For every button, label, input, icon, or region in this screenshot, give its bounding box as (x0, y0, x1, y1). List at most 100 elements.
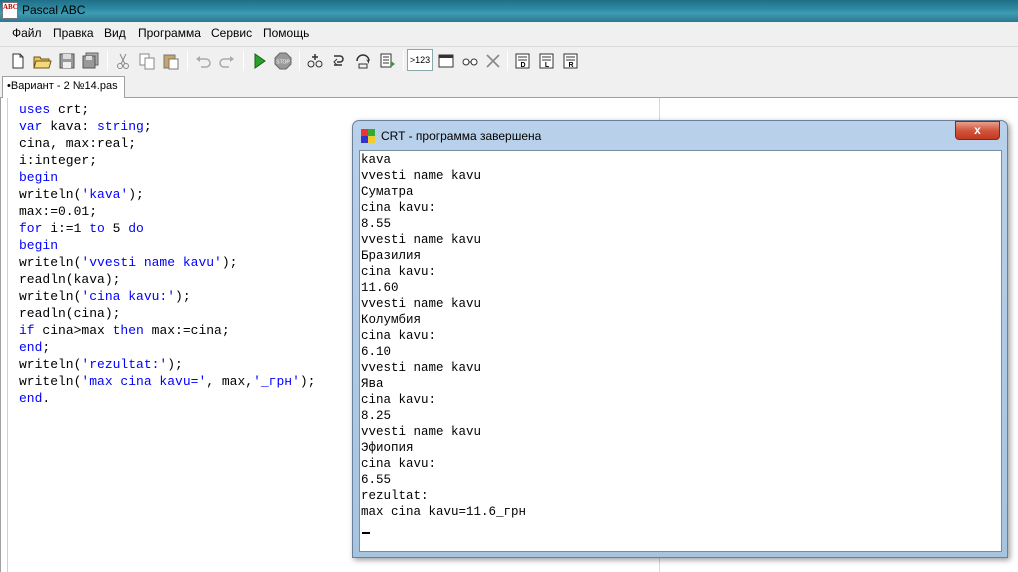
step-into-icon[interactable] (329, 51, 349, 71)
code-keyword: do (128, 221, 144, 236)
code-keyword: string (97, 119, 144, 134)
crt-window-icon (361, 129, 375, 143)
rebuild-icon[interactable]: R (561, 51, 581, 71)
code-line: end; (19, 339, 315, 356)
crt-window[interactable]: CRT - программа завершена x kava vvesti n… (352, 120, 1008, 558)
build-icon[interactable]: L (537, 51, 557, 71)
run-to-cursor-icon[interactable] (377, 51, 397, 71)
code-token: 5 (104, 221, 129, 236)
crt-text-cursor (362, 532, 370, 534)
step-over-icon[interactable] (353, 51, 373, 71)
editor-gutter (7, 98, 8, 572)
undo-icon[interactable] (193, 51, 213, 71)
crt-output-line: Бразилия (361, 249, 422, 263)
svg-text:STOP: STOP (276, 60, 290, 66)
toolbar-separator (107, 51, 108, 71)
code-token: crt; (50, 102, 90, 117)
code-token: writeln( (19, 187, 82, 202)
code-token: writeln( (19, 374, 82, 389)
crt-output-line: Эфиопия (361, 441, 414, 455)
crt-output-line: 6.10 (361, 345, 392, 359)
code-line: writeln('max cina kavu=', max,'_грн'); (19, 373, 315, 390)
crt-output-line: Суматра (361, 185, 414, 199)
window-icon[interactable] (436, 51, 456, 71)
code-keyword: begin (19, 170, 59, 185)
code-string: 'kava' (81, 187, 129, 202)
crt-output-line: cina kavu: (361, 329, 437, 343)
crt-output-line: vvesti name kavu (361, 297, 482, 311)
clear-icon[interactable] (483, 51, 503, 71)
toolbar-separator (299, 51, 300, 71)
code-line: if cina>max then max:=cina; (19, 322, 315, 339)
crt-output-line: vvesti name kavu (361, 361, 482, 375)
code-keyword: for (19, 221, 43, 236)
stop-icon[interactable]: STOP (273, 51, 293, 71)
crt-output-text: kava vvesti name kavu Суматра cina kavu: 8.5… (361, 152, 526, 520)
code-token: writeln( (19, 357, 82, 372)
compile-icon[interactable]: D (513, 51, 533, 71)
redo-icon[interactable] (217, 51, 237, 71)
tab-file[interactable]: •Вариант - 2 №14.pas (2, 76, 125, 99)
paste-icon[interactable] (161, 51, 181, 71)
toolbar: STOP D L R (0, 46, 1018, 74)
watch-glasses-icon[interactable] (460, 51, 480, 71)
save-icon[interactable] (57, 51, 77, 71)
code-keyword: to (89, 221, 105, 236)
crt-output-line: cina kavu: (361, 201, 437, 215)
toolbar-separator (187, 51, 188, 71)
code-token: i:integer; (19, 153, 98, 168)
toolbar-separator (507, 51, 508, 71)
cut-icon[interactable] (113, 51, 133, 71)
menu-help[interactable]: Помощь (263, 26, 309, 40)
code-keyword: begin (19, 238, 59, 253)
menu-edit[interactable]: Правка (53, 26, 94, 40)
menu-service[interactable]: Сервис (211, 26, 252, 40)
crt-output-line: 6.55 (361, 473, 392, 487)
code-keyword: then (112, 323, 144, 338)
add-watch-icon[interactable] (305, 51, 325, 71)
new-file-icon[interactable] (8, 51, 28, 71)
menu-view[interactable]: Вид (104, 26, 126, 40)
open-folder-icon[interactable] (32, 51, 52, 71)
code-token: ; (42, 340, 51, 355)
crt-output-line: rezultat: (361, 489, 429, 503)
code-string: 'cina kavu:' (81, 289, 176, 304)
output-123-icon[interactable]: >123 (407, 49, 433, 71)
code-token: cina>max (34, 323, 113, 338)
crt-output-area[interactable]: kava vvesti name kavu Суматра cina kavu: 8.5… (359, 150, 1002, 552)
code-token: max:=0.01; (19, 204, 98, 219)
code-line: uses crt; (19, 101, 315, 118)
save-all-icon[interactable] (81, 51, 101, 71)
crt-output-line: vvesti name kavu (361, 425, 482, 439)
svg-text:D: D (520, 62, 525, 69)
code-string: '_грн' (253, 374, 300, 389)
code-token: ; (143, 119, 152, 134)
code-line: i:integer; (19, 152, 315, 169)
menu-file[interactable]: Файл (12, 26, 42, 40)
code-token: readln(cina); (19, 306, 121, 321)
code-token: writeln( (19, 255, 82, 270)
copy-icon[interactable] (137, 51, 157, 71)
code-token: readln(kava); (19, 272, 121, 287)
code-keyword: var (19, 119, 43, 134)
code-text[interactable]: uses crt; var kava: string; cina, max:real… (19, 101, 315, 407)
crt-output-line: kava (361, 153, 392, 167)
toolbar-separator (243, 51, 244, 71)
code-token: ); (175, 289, 191, 304)
run-icon[interactable] (249, 51, 269, 71)
code-line: readln(kava); (19, 271, 315, 288)
code-token: ); (128, 187, 144, 202)
code-token: cina, max:real; (19, 136, 137, 151)
menu-program[interactable]: Программа (138, 26, 201, 40)
code-string: 'rezultat:' (81, 357, 168, 372)
crt-close-button[interactable]: x (955, 121, 1000, 140)
crt-output-line: cina kavu: (361, 393, 437, 407)
crt-output-line: Колумбия (361, 313, 422, 327)
code-line: for i:=1 to 5 do (19, 220, 315, 237)
code-line: cina, max:real; (19, 135, 315, 152)
code-string: 'max cina kavu=' (81, 374, 207, 389)
svg-text:L: L (545, 62, 550, 69)
code-line: var kava: string; (19, 118, 315, 135)
crt-output-line: max cina kavu=11.6_грн (361, 505, 527, 519)
menu-bar: Файл Правка Вид Программа Сервис Помощь (0, 22, 1018, 44)
